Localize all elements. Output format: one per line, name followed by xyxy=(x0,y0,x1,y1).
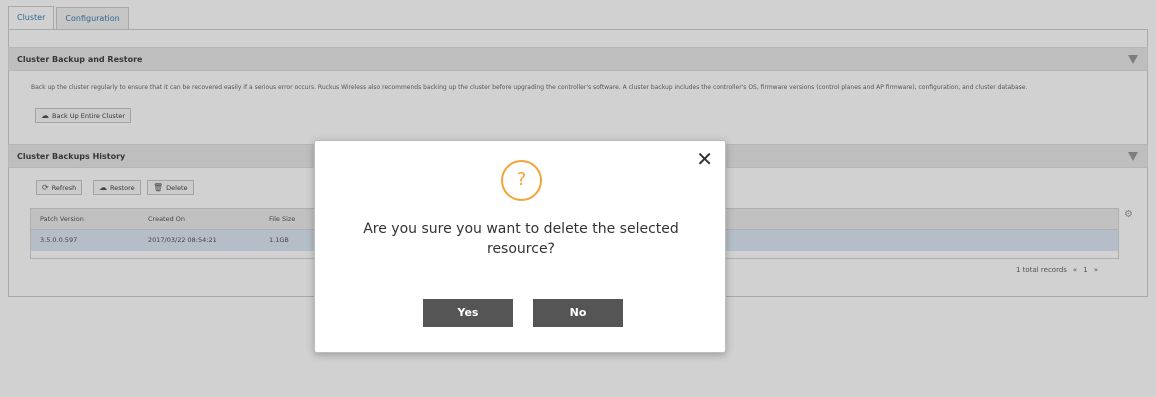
close-icon[interactable]: ✕ xyxy=(696,149,713,169)
yes-button[interactable]: Yes xyxy=(423,299,513,327)
question-icon: ? xyxy=(501,160,542,201)
confirm-delete-dialog: ✕ ? Are you sure you want to delete the … xyxy=(314,140,726,353)
no-button[interactable]: No xyxy=(533,299,623,327)
confirm-message: Are you sure you want to delete the sele… xyxy=(363,221,679,257)
